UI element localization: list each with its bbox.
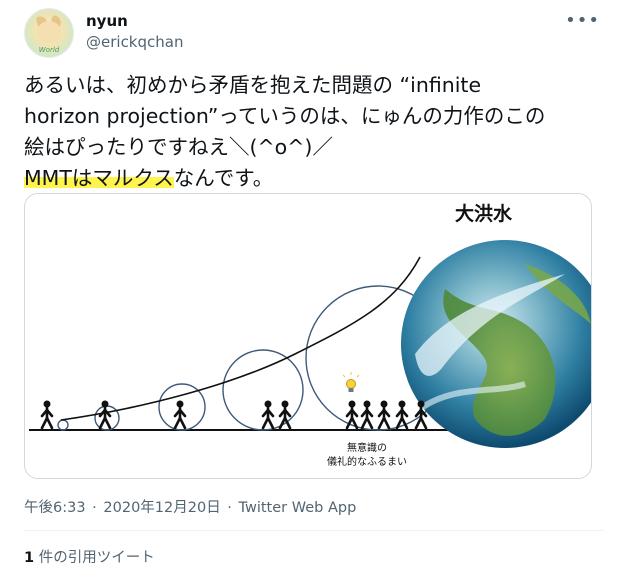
tweet-image[interactable]: 大洪水 無意識の 儀礼的なふるまい xyxy=(24,193,592,479)
quote-label: 件の引用ツイート xyxy=(34,550,155,566)
tweet-date[interactable]: 2020年12月20日 xyxy=(103,500,220,516)
caption-line-2: 儀礼的なふるまい xyxy=(327,455,407,468)
person xyxy=(261,400,275,430)
flood-label: 大洪水 xyxy=(455,202,513,225)
tangent-curve xyxy=(60,256,421,421)
tweet-time[interactable]: 午後6:33 xyxy=(24,500,86,516)
quote-count: 1 xyxy=(24,550,35,566)
tweet-header: World nyun @erickqchan ••• xyxy=(24,8,604,60)
caption-line-1: 無意識の xyxy=(347,441,387,454)
avatar-text: World xyxy=(38,46,60,54)
tweet-line-4: MMTはマルクスなんです。 xyxy=(24,163,604,194)
person xyxy=(40,400,54,430)
avatar[interactable]: World xyxy=(24,8,74,58)
tweet-line-4-rest: なんです。 xyxy=(173,166,274,190)
divider xyxy=(24,530,604,531)
tweet-body: あるいは、初めから矛盾を抱えた問題の “infinite horizon pro… xyxy=(24,70,604,194)
lightbulb-icon xyxy=(342,372,360,392)
person xyxy=(360,400,374,430)
person xyxy=(377,400,391,430)
circle-2 xyxy=(94,405,120,431)
circles xyxy=(57,285,451,431)
flood-globe xyxy=(401,240,591,448)
user-handle[interactable]: @erickqchan xyxy=(86,33,183,51)
person xyxy=(98,400,112,430)
illustration: 大洪水 無意識の 儀礼的なふるまい xyxy=(29,202,591,468)
quote-tweets-link[interactable]: 1 件の引用ツイート xyxy=(24,546,155,567)
person xyxy=(173,400,187,430)
person xyxy=(345,400,359,430)
highlighted-text: MMTはマルクス xyxy=(24,166,174,190)
separator: · xyxy=(87,500,102,516)
person xyxy=(395,400,409,430)
tweet-line-3: 絵はぴったりですねえ＼(^o^)／ xyxy=(24,135,333,159)
tweet-source[interactable]: Twitter Web App xyxy=(239,500,357,516)
circle-1 xyxy=(57,419,69,431)
circle-4 xyxy=(222,349,304,431)
tweet-meta: 午後6:33 · 2020年12月20日 · Twitter Web App xyxy=(24,496,358,517)
tweet-line-1: あるいは、初めから矛盾を抱えた問題の “infinite xyxy=(24,73,482,97)
tweet-line-2: horizon projection”っていうのは、にゅんの力作のこの xyxy=(24,104,546,128)
separator: · xyxy=(222,500,237,516)
display-name[interactable]: nyun xyxy=(86,12,128,30)
more-options-icon[interactable]: ••• xyxy=(565,10,600,31)
